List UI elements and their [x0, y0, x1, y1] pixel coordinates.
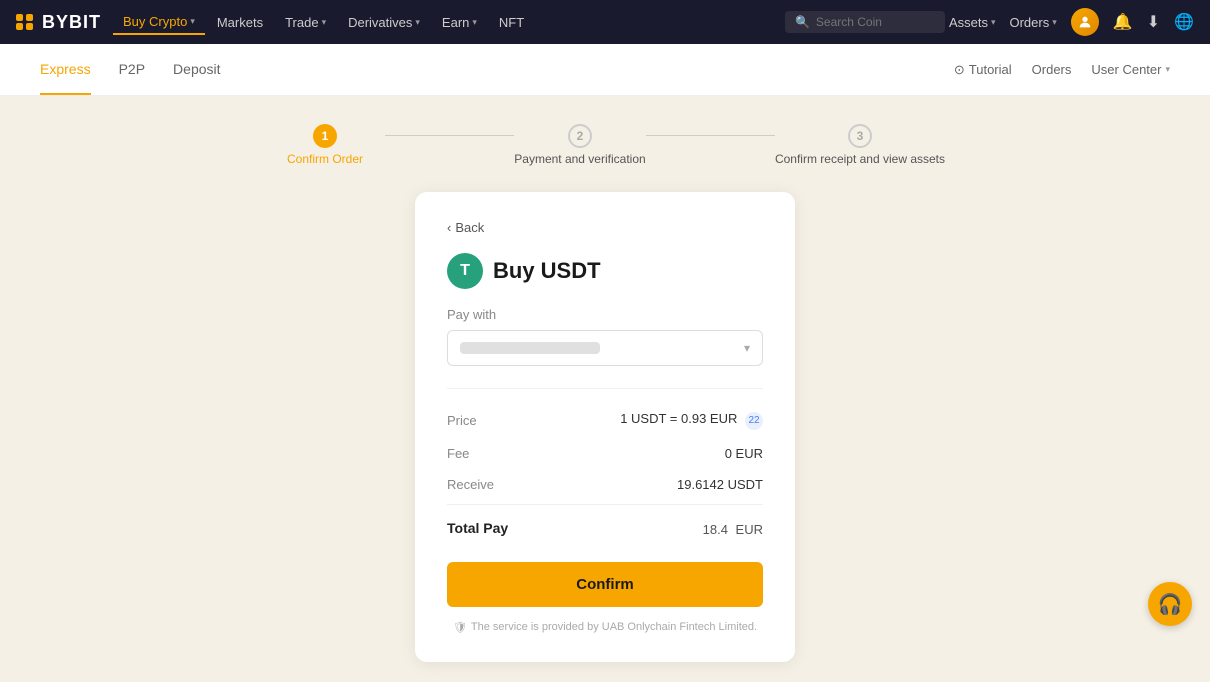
price-value: 1 USDT = 0.93 EUR 22: [620, 411, 763, 430]
stepper: 1 Confirm Order 2 Payment and verificati…: [265, 124, 945, 166]
chevron-down-icon: ▾: [472, 17, 477, 28]
logo-text: BYBIT: [42, 12, 101, 33]
nav-assets[interactable]: Assets ▾: [949, 15, 996, 30]
step-circle-2: 2: [568, 124, 592, 148]
fee-row: Fee 0 EUR: [447, 438, 763, 469]
step-label-2: Payment and verification: [514, 152, 645, 166]
stepper-area: 1 Confirm Order 2 Payment and verificati…: [0, 96, 1210, 182]
chevron-down-icon: ▾: [322, 17, 327, 28]
chevron-down-icon: ▾: [1165, 64, 1170, 75]
tab-p2p[interactable]: P2P: [119, 45, 145, 95]
main-area: Express P2P Deposit ⊙ Tutorial Orders Us…: [0, 44, 1210, 682]
total-value: 18.4 EUR: [701, 517, 763, 540]
sub-navbar: Express P2P Deposit ⊙ Tutorial Orders Us…: [0, 44, 1210, 96]
shield-icon: 🛡: [453, 621, 467, 634]
chevron-down-icon: ▾: [991, 17, 996, 28]
price-label: Price: [447, 413, 477, 428]
price-info-badge[interactable]: 22: [745, 412, 763, 430]
bell-icon[interactable]: 🔔: [1113, 12, 1133, 32]
receive-label: Receive: [447, 477, 494, 492]
step-circle-1: 1: [313, 124, 337, 148]
chevron-down-icon: ▾: [190, 16, 195, 27]
nav-item-trade[interactable]: Trade ▾: [275, 11, 336, 34]
chevron-down-icon: ▾: [415, 17, 420, 28]
usdt-icon: T: [447, 253, 483, 289]
content-area: ‹ Back T Buy USDT Pay with ▾ Price 1 USD…: [0, 182, 1210, 682]
sub-right: ⊙ Tutorial Orders User Center ▾: [954, 62, 1170, 78]
avatar[interactable]: [1071, 8, 1099, 36]
fee-value: 0 EUR: [725, 446, 763, 461]
back-arrow-icon: ‹: [447, 220, 451, 235]
user-center-link[interactable]: User Center ▾: [1091, 62, 1170, 77]
receive-value: 19.6142 USDT: [677, 477, 763, 492]
nav-item-buy-crypto[interactable]: Buy Crypto ▾: [113, 10, 205, 35]
nav-right: Assets ▾ Orders ▾ 🔔 ⬇ 🌐: [949, 8, 1194, 36]
chevron-down-icon: ▾: [1052, 17, 1057, 28]
step-3: 3 Confirm receipt and view assets: [775, 124, 945, 166]
chevron-down-icon: ▾: [744, 341, 750, 355]
pay-with-label: Pay with: [447, 307, 763, 322]
step-2: 2 Payment and verification: [514, 124, 645, 166]
step-label-1: Confirm Order: [287, 152, 363, 166]
nav-item-derivatives[interactable]: Derivatives ▾: [338, 11, 430, 34]
pay-with-select[interactable]: ▾: [447, 330, 763, 366]
tab-express[interactable]: Express: [40, 45, 91, 95]
step-1: 1 Confirm Order: [265, 124, 385, 166]
price-row: Price 1 USDT = 0.93 EUR 22: [447, 403, 763, 438]
help-button[interactable]: 🎧: [1148, 582, 1192, 626]
back-button[interactable]: ‹ Back: [447, 220, 763, 235]
search-icon: 🔍: [795, 15, 810, 29]
search-input[interactable]: [816, 15, 935, 29]
tutorial-link[interactable]: ⊙ Tutorial: [954, 62, 1012, 78]
tutorial-icon: ⊙: [954, 62, 965, 78]
step-connector-2: [646, 135, 775, 136]
total-label: Total Pay: [447, 520, 508, 536]
globe-icon[interactable]: 🌐: [1174, 12, 1194, 32]
nav-item-markets[interactable]: Markets: [207, 11, 273, 34]
confirm-button[interactable]: Confirm: [447, 562, 763, 607]
fee-label: Fee: [447, 446, 469, 461]
nav-item-earn[interactable]: Earn ▾: [432, 11, 487, 34]
sub-tabs: Express P2P Deposit: [40, 45, 221, 95]
card-title-row: T Buy USDT: [447, 253, 763, 289]
total-row: Total Pay 18.4 EUR: [447, 504, 763, 544]
buy-card: ‹ Back T Buy USDT Pay with ▾ Price 1 USD…: [415, 192, 795, 662]
card-title: Buy USDT: [493, 258, 601, 284]
info-rows: Price 1 USDT = 0.93 EUR 22 Fee 0 EUR Rec…: [447, 388, 763, 500]
step-label-3: Confirm receipt and view assets: [775, 152, 945, 166]
tab-deposit[interactable]: Deposit: [173, 45, 220, 95]
footer-note: 🛡 The service is provided by UAB Onlycha…: [447, 621, 763, 634]
orders-link[interactable]: Orders: [1032, 62, 1072, 77]
step-circle-3: 3: [848, 124, 872, 148]
nav-item-nft[interactable]: NFT: [489, 11, 534, 34]
logo[interactable]: BYBIT: [16, 12, 101, 33]
step-connector-1: [385, 135, 514, 136]
navbar: BYBIT Buy Crypto ▾ Markets Trade ▾ Deriv…: [0, 0, 1210, 44]
receive-row: Receive 19.6142 USDT: [447, 469, 763, 500]
download-icon[interactable]: ⬇: [1147, 12, 1160, 32]
nav-links: Buy Crypto ▾ Markets Trade ▾ Derivatives…: [113, 10, 781, 35]
pay-select-left: [460, 342, 600, 354]
pay-placeholder: [460, 342, 600, 354]
search-box[interactable]: 🔍: [785, 11, 945, 33]
nav-orders[interactable]: Orders ▾: [1009, 15, 1056, 30]
logo-icon: [16, 14, 34, 30]
